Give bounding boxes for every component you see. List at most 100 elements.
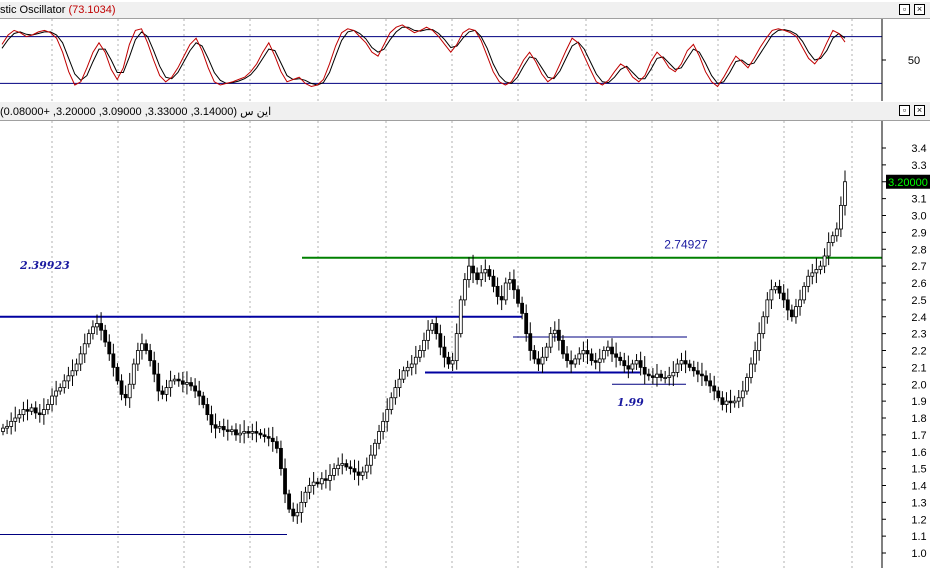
tick-label: 2.8 xyxy=(911,244,926,256)
candle-body xyxy=(524,312,529,335)
candle-body xyxy=(638,360,643,368)
candle-body xyxy=(54,390,59,397)
candle-body xyxy=(95,323,99,328)
candle-body xyxy=(197,390,202,397)
candle-body xyxy=(148,350,153,362)
tick-label: 1.9 xyxy=(911,396,926,408)
candle-body xyxy=(503,282,508,301)
candle-body xyxy=(127,383,132,399)
candle-body xyxy=(291,508,296,517)
candle-body xyxy=(438,333,443,348)
candle-body xyxy=(528,333,533,351)
candle-body xyxy=(802,285,807,301)
tick-label: 3.4 xyxy=(911,143,926,155)
candle-body xyxy=(221,426,226,431)
candle-body xyxy=(33,407,38,414)
candle-body xyxy=(152,360,157,375)
candle-body xyxy=(1,427,5,432)
candle-body xyxy=(830,235,835,243)
oscillator-chart: 50 xyxy=(0,19,920,101)
candle-body xyxy=(373,442,377,456)
candle-body xyxy=(491,275,496,287)
tick-label: 2.0 xyxy=(911,379,926,391)
candle-body xyxy=(258,432,263,436)
candle-body xyxy=(622,360,627,367)
price-pane-header: این س (3.14000, 3.33000, 3.09000, 3.2000… xyxy=(0,102,930,121)
candle-body xyxy=(41,409,46,416)
restore-icon[interactable]: ▫ xyxy=(899,4,910,15)
candle-body xyxy=(262,434,267,437)
candle-body xyxy=(270,437,275,443)
candle-body xyxy=(634,360,639,365)
tick-label: 1.7 xyxy=(911,430,926,442)
candle-body xyxy=(532,350,537,360)
tick-label: 1.8 xyxy=(911,413,926,425)
candle-body xyxy=(548,333,553,348)
candle-body xyxy=(119,380,124,395)
candle-body xyxy=(135,350,140,365)
candle-body xyxy=(700,373,704,377)
candle-body xyxy=(430,323,435,331)
candle-body xyxy=(777,285,782,294)
candle-body xyxy=(405,366,410,372)
candle-body xyxy=(13,417,18,422)
candle-body xyxy=(536,358,541,365)
candle-body xyxy=(753,350,757,365)
tick-label: 3.3 xyxy=(911,160,926,172)
candle-body xyxy=(769,289,774,301)
candle-body xyxy=(242,431,247,434)
tick-label: 2.3 xyxy=(911,329,926,341)
tick-label: 2.2 xyxy=(911,346,926,358)
candle-body xyxy=(283,468,287,495)
candle-body xyxy=(66,375,71,382)
candle-body xyxy=(516,289,520,304)
restore-icon[interactable]: ▫ xyxy=(899,105,910,116)
candle-body xyxy=(561,339,565,355)
candle-body xyxy=(352,468,357,473)
candle-body xyxy=(209,414,214,426)
candle-body xyxy=(397,378,402,389)
candle-body xyxy=(189,382,193,387)
candle-body xyxy=(115,366,120,382)
candle-body xyxy=(540,356,545,365)
candle-body xyxy=(577,353,582,360)
candle-body xyxy=(826,242,831,257)
candle-body xyxy=(691,366,696,372)
tick-label: 1.6 xyxy=(911,447,926,459)
candle-body xyxy=(610,346,614,355)
candle-body xyxy=(798,299,802,308)
candle-body xyxy=(144,343,148,351)
symbol-name: این س xyxy=(240,106,272,118)
tick-label: 2.9 xyxy=(911,227,926,239)
candle-body xyxy=(185,382,189,385)
candle-body xyxy=(74,363,79,372)
candle-body xyxy=(364,464,369,473)
candle-body xyxy=(446,356,451,365)
tick-label: 2.7 xyxy=(911,261,926,273)
candle-body xyxy=(655,373,659,378)
candle-body xyxy=(307,485,312,493)
close-icon[interactable]: × xyxy=(914,4,925,15)
candle-body xyxy=(565,353,569,362)
candle-body xyxy=(315,481,320,485)
candle-body xyxy=(5,426,9,429)
candle-body xyxy=(328,474,332,481)
candle-body xyxy=(368,454,373,466)
candle-body xyxy=(716,390,721,399)
tick-label: 2.4 xyxy=(911,312,926,324)
candle-body xyxy=(295,512,300,517)
tick-label: 3.1 xyxy=(911,194,926,206)
candle-body xyxy=(46,404,50,410)
candle-body xyxy=(569,360,574,365)
oscillator-pane-header: stic Oscillator (73.1034) ▫ × xyxy=(0,2,930,19)
candle-body xyxy=(834,228,839,237)
candle-body xyxy=(761,316,766,335)
candle-body xyxy=(140,343,144,351)
candle-body xyxy=(401,370,406,380)
candle-body xyxy=(822,255,827,267)
candle-body xyxy=(225,429,230,432)
candle-body xyxy=(462,279,467,301)
candle-body xyxy=(111,353,116,368)
close-icon[interactable]: × xyxy=(914,105,925,116)
candle-body xyxy=(201,395,206,405)
